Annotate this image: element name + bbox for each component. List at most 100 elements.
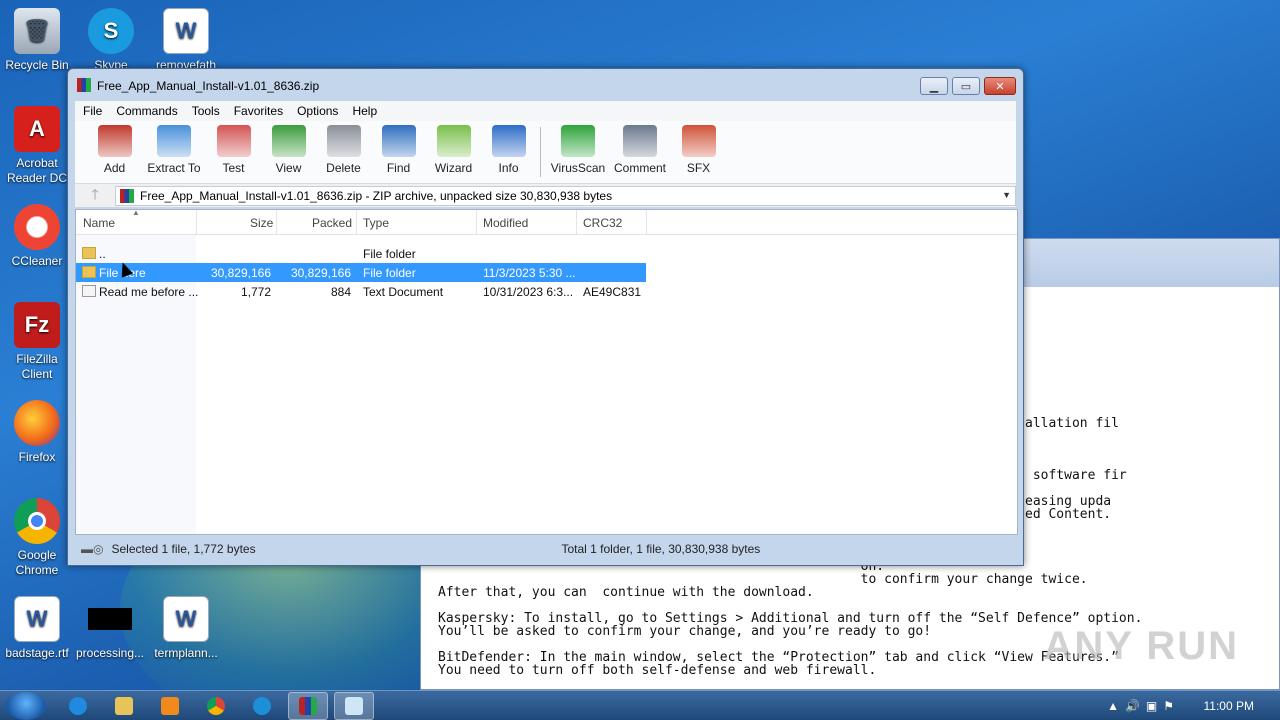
recycle-bin-icon: 🗑: [14, 8, 60, 54]
toolbar-find-button[interactable]: Find: [371, 121, 426, 175]
comment-icon: [623, 125, 657, 157]
extract-icon: [157, 125, 191, 157]
taskbar-media-player[interactable]: [150, 692, 190, 720]
up-arrow-icon[interactable]: 🡑: [75, 184, 115, 208]
desktop-icon-skype[interactable]: S Skype: [75, 8, 147, 68]
window-title: Free_App_Manual_Install-v1.01_8636.zip: [97, 79, 320, 93]
desktop-icon-acrobat[interactable]: A Acrobat Reader DC: [1, 106, 73, 186]
firefox-icon: [14, 400, 60, 446]
clock[interactable]: 11:00 PM: [1204, 699, 1254, 713]
desktop-icon-badstage[interactable]: W badstage.rtf: [1, 596, 73, 661]
toolbar-view-button[interactable]: View: [261, 121, 316, 175]
desktop-icon-processing[interactable]: processing...: [74, 596, 146, 661]
menu-bar: File Commands Tools Favorites Options He…: [75, 101, 1016, 121]
toolbar-add-button[interactable]: Add: [87, 121, 142, 175]
desktop-icon-label: Firefox: [18, 450, 56, 464]
window-titlebar[interactable]: Free_App_Manual_Install-v1.01_8636.zip ▁…: [68, 69, 1023, 101]
column-header-name[interactable]: Name: [83, 216, 115, 230]
cell-size: 1,772: [240, 285, 271, 299]
menu-commands[interactable]: Commands: [116, 104, 177, 118]
desktop-icon-label: Acrobat Reader DC: [6, 156, 68, 185]
file-row[interactable]: .. File folder: [76, 244, 646, 263]
menu-favorites[interactable]: Favorites: [234, 104, 283, 118]
start-button[interactable]: [6, 692, 46, 720]
toolbar-virusscan-button[interactable]: VirusScan: [547, 121, 609, 175]
toolbar-delete-button[interactable]: Delete: [316, 121, 371, 175]
column-divider: [476, 210, 477, 234]
menu-file[interactable]: File: [83, 104, 102, 118]
taskbar-winrar[interactable]: [288, 692, 328, 720]
menu-options[interactable]: Options: [297, 104, 338, 118]
archive-icon: [120, 188, 134, 203]
menu-help[interactable]: Help: [352, 104, 377, 118]
desktop-icon-ccleaner[interactable]: CCleaner: [1, 204, 73, 269]
test-icon: [216, 125, 251, 157]
toolbar-extract-to-button[interactable]: Extract To: [142, 121, 206, 175]
ccleaner-icon: [14, 204, 60, 250]
menu-tools[interactable]: Tools: [192, 104, 220, 118]
add-icon: [97, 125, 132, 157]
taskbar-notepad[interactable]: [334, 692, 374, 720]
column-divider: [576, 210, 577, 234]
column-header-modified[interactable]: Modified: [483, 216, 528, 230]
toolbar-wizard-button[interactable]: Wizard: [426, 121, 481, 175]
minimize-button[interactable]: ▁: [920, 77, 948, 95]
minimize-icon: ▁: [929, 80, 939, 93]
column-divider: [196, 210, 197, 234]
text-file-icon: [82, 285, 96, 297]
taskbar: ▲🔊▣⚑ 11:00 PM: [0, 690, 1280, 720]
toolbar-sfx-button[interactable]: SFX: [671, 121, 726, 175]
notepad-icon: [345, 697, 363, 715]
toolbar-label: Delete: [326, 161, 361, 175]
toolbar-label: Extract To: [147, 161, 201, 175]
cell-name: Read me before ...: [99, 285, 199, 299]
taskbar-ie[interactable]: [58, 692, 98, 720]
desktop-icon-filezilla[interactable]: Fz FileZilla Client: [1, 302, 73, 382]
desktop-icon-label: termplann...: [154, 646, 218, 660]
media-player-icon: [161, 697, 179, 715]
file-row[interactable]: Read me before ... 1,772 884 Text Document 1…: [76, 282, 646, 301]
word-doc-icon: W: [14, 596, 60, 642]
ie-icon: [69, 697, 87, 715]
maximize-button[interactable]: ▭: [952, 77, 980, 95]
file-list[interactable]: Name Size Packed Type Modified CRC32 ▲ .…: [75, 208, 1018, 535]
desktop-icon-word-doc[interactable]: W removefath: [150, 8, 222, 68]
folder-icon: [115, 697, 133, 715]
desktop-icon-termplann[interactable]: W termplann...: [150, 596, 222, 661]
word-doc-icon: W: [163, 8, 209, 54]
toolbar-info-button[interactable]: Info: [481, 121, 536, 175]
cell-packed: 884: [330, 285, 351, 299]
close-icon: ✕: [995, 80, 1005, 93]
desktop-icon-label: removefath: [155, 58, 217, 68]
column-header-crc32[interactable]: CRC32: [583, 216, 622, 230]
archive-path-field[interactable]: Free_App_Manual_Install-v1.01_8636.zip -…: [115, 185, 1016, 206]
desktop-icon-label: Skype: [94, 58, 128, 68]
toolbar-test-button[interactable]: Test: [206, 121, 261, 175]
cell-type: File folder: [363, 247, 416, 261]
toolbar-comment-button[interactable]: Comment: [609, 121, 671, 175]
toolbar-label: Add: [103, 161, 126, 175]
taskbar-explorer[interactable]: [104, 692, 144, 720]
drive-icon: ▬◎: [81, 542, 104, 556]
file-row[interactable]: File here 30,829,166 30,829,166 File folder…: [76, 263, 646, 282]
word-doc-icon: W: [163, 596, 209, 642]
cell-packed: 30,829,166: [290, 266, 351, 280]
taskbar-chrome[interactable]: [196, 692, 236, 720]
desktop-icon-firefox[interactable]: Firefox: [1, 400, 73, 465]
desktop-icon-chrome[interactable]: Google Chrome: [1, 498, 73, 578]
delete-icon: [326, 125, 361, 157]
notepad-line: After that, you can continue with the do…: [438, 585, 814, 600]
system-tray[interactable]: ▲🔊▣⚑: [1107, 699, 1180, 713]
column-header-packed[interactable]: Packed: [312, 216, 352, 230]
column-header-size[interactable]: Size: [250, 216, 273, 230]
desktop-icon-label: CCleaner: [11, 254, 63, 268]
desktop-icon-label: Google Chrome: [15, 548, 59, 577]
column-header-type[interactable]: Type: [363, 216, 389, 230]
file-list-header: Name Size Packed Type Modified CRC32 ▲: [76, 208, 1017, 235]
winrar-window[interactable]: Free_App_Manual_Install-v1.01_8636.zip ▁…: [67, 68, 1024, 566]
close-button[interactable]: ✕: [984, 77, 1016, 95]
chevron-down-icon[interactable]: ▼: [1002, 190, 1011, 200]
desktop-icon-recycle-bin[interactable]: 🗑 Recycle Bin: [1, 8, 73, 73]
taskbar-edge[interactable]: [242, 692, 282, 720]
toolbar-label: View: [275, 161, 302, 175]
